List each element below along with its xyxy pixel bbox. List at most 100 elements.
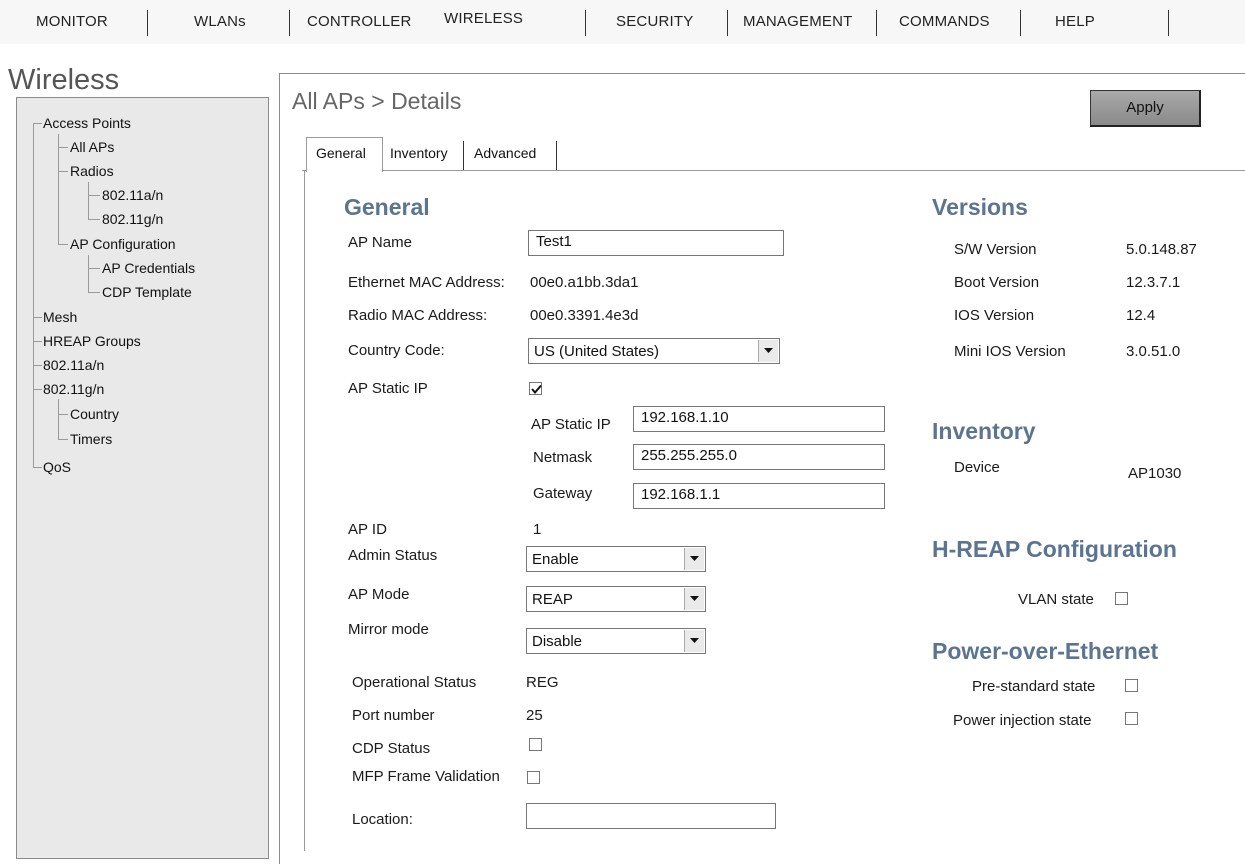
tab-inventory-label: Inventory xyxy=(390,145,448,161)
tree-item-access-points[interactable]: Access Points xyxy=(43,115,131,131)
nav-divider xyxy=(876,10,877,36)
vlan-state-checkbox[interactable] xyxy=(1115,592,1128,605)
radio-mac-label: Radio MAC Address: xyxy=(348,307,488,324)
tree-line xyxy=(58,399,59,440)
ap-id-label: AP ID xyxy=(348,521,387,538)
tree-line xyxy=(33,341,42,342)
radio-mac-value: 00e0.3391.4e3d xyxy=(530,307,639,324)
tree-item-timers[interactable]: Timers xyxy=(70,431,112,447)
apply-button[interactable]: Apply xyxy=(1090,90,1201,127)
nav-tab-commands[interactable]: COMMANDS xyxy=(899,13,990,30)
nav-tab-controller[interactable]: CONTROLLER xyxy=(307,13,412,30)
ap-static-ip-label: AP Static IP xyxy=(348,380,428,397)
tree-item-qos[interactable]: QoS xyxy=(43,459,71,475)
gateway-input[interactable]: 192.168.1.1 xyxy=(633,483,885,509)
tree-item-radio-802-11g-n[interactable]: 802.11g/n xyxy=(102,211,163,227)
tab-advanced[interactable]: Advanced xyxy=(466,141,557,170)
ap-name-input[interactable]: Test1 xyxy=(528,230,784,256)
nav-tab-wlans[interactable]: WLANs xyxy=(194,13,246,30)
tree-line xyxy=(33,389,42,390)
ap-static-ip-checkbox[interactable] xyxy=(529,382,542,395)
nav-tab-wireless[interactable]: WIRELESS xyxy=(444,10,523,27)
tree-item-radio-802-11a-n[interactable]: 802.11a/n xyxy=(102,187,163,203)
tree-item-802-11g-n[interactable]: 802.11g/n xyxy=(43,381,104,397)
operational-status-value: REG xyxy=(526,674,559,691)
operational-status-label: Operational Status xyxy=(352,674,477,691)
nav-divider xyxy=(585,10,586,36)
ios-version-label: IOS Version xyxy=(954,307,1035,324)
location-input[interactable] xyxy=(526,803,776,829)
chevron-down-icon[interactable] xyxy=(684,588,704,610)
country-code-select[interactable]: US (United States) xyxy=(528,338,780,364)
tab-general[interactable]: General xyxy=(306,137,383,172)
ap-mode-select[interactable]: REAP xyxy=(526,586,706,612)
nav-tab-management[interactable]: MANAGEMENT xyxy=(743,13,853,30)
nav-tab-monitor[interactable]: MONITOR xyxy=(36,13,108,30)
tree-line xyxy=(88,195,100,196)
tree-line xyxy=(58,439,68,440)
pre-standard-state-checkbox[interactable] xyxy=(1125,679,1138,692)
tree-line xyxy=(88,182,89,219)
tree-item-radios[interactable]: Radios xyxy=(70,163,114,179)
nav-tab-help[interactable]: HELP xyxy=(1055,13,1095,30)
vlan-state-label: VLAN state xyxy=(1018,591,1094,608)
location-label: Location: xyxy=(352,811,413,828)
mfp-frame-validation-checkbox[interactable] xyxy=(527,771,540,784)
mini-ios-version-label: Mini IOS Version xyxy=(954,343,1066,360)
tree-line xyxy=(33,365,42,366)
ios-version-value: 12.4 xyxy=(1126,307,1156,324)
cdp-status-checkbox[interactable] xyxy=(529,738,542,751)
mini-ios-version-value: 3.0.51.0 xyxy=(1126,343,1181,360)
tree-item-ap-configuration[interactable]: AP Configuration xyxy=(70,236,176,252)
ethernet-mac-label: Ethernet MAC Address: xyxy=(348,274,505,291)
device-value: AP1030 xyxy=(1128,465,1182,482)
sw-version-value: 5.0.148.87 xyxy=(1126,241,1197,258)
tree-line xyxy=(58,244,68,245)
country-code-label: Country Code: xyxy=(348,342,445,359)
versions-heading: Versions xyxy=(932,194,1028,220)
tree-line xyxy=(58,147,68,148)
tree-item-mesh[interactable]: Mesh xyxy=(43,309,77,325)
chevron-down-icon[interactable] xyxy=(684,630,704,652)
navigation-tree: Access Points All APs Radios 802.11a/n 8… xyxy=(16,97,269,859)
mirror-mode-label: Mirror mode xyxy=(348,621,429,638)
admin-status-value: Enable xyxy=(532,551,579,568)
power-injection-state-checkbox[interactable] xyxy=(1125,712,1138,725)
mfp-frame-validation-label: MFP Frame Validation xyxy=(352,768,500,785)
power-injection-state-label: Power injection state xyxy=(953,712,1092,729)
top-nav-bar: MONITOR WLANs CONTROLLER WIRELESS SECURI… xyxy=(0,0,1245,44)
tree-item-all-aps[interactable]: All APs xyxy=(70,139,114,155)
inventory-heading: Inventory xyxy=(932,418,1036,444)
netmask-input[interactable]: 255.255.255.0 xyxy=(633,444,885,470)
gateway-label: Gateway xyxy=(533,485,593,502)
tree-line xyxy=(33,123,42,124)
ethernet-mac-value: 00e0.a1bb.3da1 xyxy=(530,274,639,291)
tree-item-hreap-groups[interactable]: HREAP Groups xyxy=(43,333,141,349)
tree-item-cdp-template[interactable]: CDP Template xyxy=(102,284,192,300)
ap-id-value: 1 xyxy=(533,521,542,538)
tab-general-label: General xyxy=(316,145,366,161)
hreap-heading: H-REAP Configuration xyxy=(932,536,1177,562)
tree-line xyxy=(88,268,100,269)
static-ip-input[interactable]: 192.168.1.10 xyxy=(633,406,885,432)
mirror-mode-select[interactable]: Disable xyxy=(526,628,706,654)
tab-advanced-label: Advanced xyxy=(474,145,537,161)
pre-standard-state-label: Pre-standard state xyxy=(972,678,1096,695)
boot-version-label: Boot Version xyxy=(954,274,1040,291)
tree-line xyxy=(88,292,100,293)
nav-tab-security[interactable]: SECURITY xyxy=(616,13,693,30)
admin-status-select[interactable]: Enable xyxy=(526,546,706,572)
mirror-mode-value: Disable xyxy=(532,633,583,650)
tree-line xyxy=(88,219,100,220)
tree-item-country[interactable]: Country xyxy=(70,406,119,422)
checkmark-icon xyxy=(531,384,542,395)
tab-inventory[interactable]: Inventory xyxy=(383,141,464,170)
page-title: All APs > Details xyxy=(292,88,462,114)
tree-item-802-11a-n[interactable]: 802.11a/n xyxy=(43,357,104,373)
chevron-down-icon[interactable] xyxy=(684,548,704,570)
cdp-status-label: CDP Status xyxy=(352,740,431,757)
general-heading: General xyxy=(344,194,430,220)
chevron-down-icon[interactable] xyxy=(758,340,778,362)
tree-item-ap-credentials[interactable]: AP Credentials xyxy=(102,260,195,276)
port-number-label: Port number xyxy=(352,707,435,724)
